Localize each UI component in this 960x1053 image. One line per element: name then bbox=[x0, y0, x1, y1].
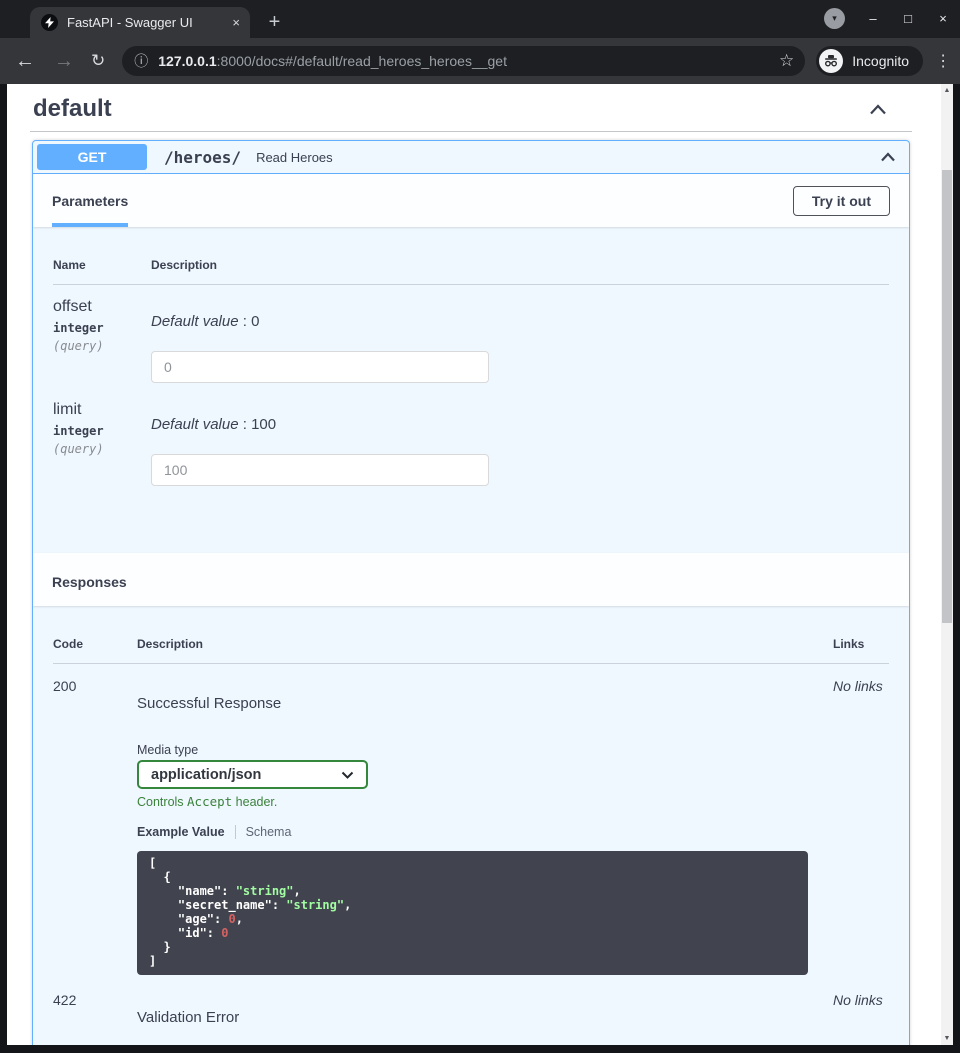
operation-collapse-icon[interactable] bbox=[880, 152, 896, 162]
back-icon[interactable]: ← bbox=[15, 50, 35, 73]
minimize-button[interactable]: – bbox=[866, 11, 880, 26]
tab-close-icon[interactable]: × bbox=[232, 15, 240, 30]
page-scrollbar[interactable]: ▲ ▼ bbox=[941, 84, 953, 1045]
section-divider bbox=[30, 131, 912, 132]
param-limit-input[interactable] bbox=[151, 454, 489, 486]
param-row-limit: limit integer (query) Default value : 10… bbox=[53, 383, 889, 486]
incognito-label: Incognito bbox=[852, 53, 909, 69]
reload-icon[interactable]: ↻ bbox=[91, 51, 105, 71]
url-bar[interactable]: ⓘ 127.0.0.1:8000/docs#/default/read_hero… bbox=[122, 46, 805, 76]
controls-accept-note: Controls Accept header. bbox=[137, 794, 833, 809]
example-code: [ { "name": "string", "secret_name": "st… bbox=[137, 851, 808, 975]
param-row-offset: offset integer (query) Default value : 0 bbox=[53, 285, 889, 383]
responses-header: Responses bbox=[33, 553, 909, 606]
response-row-422: 422 Validation Error No links bbox=[53, 975, 889, 1026]
close-button[interactable]: × bbox=[936, 11, 950, 26]
responses-table: Code Description Links 200 Successful Re… bbox=[33, 606, 909, 1045]
response-row-200: 200 Successful Response Media type appli… bbox=[53, 664, 889, 975]
tab-strip: FastAPI - Swagger UI × + ▾ – □ × bbox=[0, 0, 960, 38]
section-title: default bbox=[33, 95, 112, 123]
http-method-badge: GET bbox=[37, 144, 147, 170]
media-type-select[interactable]: application/json bbox=[137, 760, 368, 789]
response-description: Successful Response bbox=[137, 695, 833, 712]
response-links: No links bbox=[833, 678, 889, 975]
param-default-text: Default value : 100 bbox=[151, 416, 889, 433]
param-col-description: Description bbox=[151, 258, 889, 272]
swagger-content: default GET /heroes/ Read Heroes Paramet… bbox=[7, 84, 941, 1045]
resp-col-code: Code bbox=[53, 637, 137, 651]
operation-summary[interactable]: GET /heroes/ Read Heroes bbox=[33, 141, 909, 174]
browser-toolbar: ← → ↻ ⓘ 127.0.0.1:8000/docs#/default/rea… bbox=[0, 38, 960, 84]
scroll-up-icon[interactable]: ▲ bbox=[941, 84, 953, 97]
response-code: 200 bbox=[53, 678, 137, 975]
parameters-table: Name Description offset integer (query) … bbox=[33, 227, 909, 553]
example-tabs: Example Value Schema bbox=[137, 825, 833, 839]
param-name: offset bbox=[53, 298, 151, 316]
param-name: limit bbox=[53, 401, 151, 419]
media-type-label: Media type bbox=[137, 743, 833, 757]
bookmark-star-icon[interactable]: ☆ bbox=[779, 51, 794, 71]
param-col-name: Name bbox=[53, 258, 151, 272]
new-tab-button[interactable]: + bbox=[261, 9, 288, 36]
param-offset-input[interactable] bbox=[151, 351, 489, 383]
fastapi-favicon-icon bbox=[41, 14, 58, 31]
operation-summary-text: Read Heroes bbox=[256, 150, 333, 165]
incognito-badge: Incognito bbox=[816, 46, 923, 76]
operation-block: GET /heroes/ Read Heroes Parameters Try … bbox=[32, 140, 910, 1045]
resp-col-links: Links bbox=[833, 637, 889, 651]
tag-section-header[interactable]: default bbox=[33, 91, 887, 127]
maximize-button[interactable]: □ bbox=[901, 11, 915, 26]
response-links: No links bbox=[833, 992, 889, 1026]
site-info-icon[interactable]: ⓘ bbox=[134, 51, 148, 71]
scrollbar-thumb[interactable] bbox=[942, 170, 952, 623]
media-type-value: application/json bbox=[151, 767, 341, 783]
try-it-out-button[interactable]: Try it out bbox=[793, 186, 890, 216]
section-collapse-icon[interactable] bbox=[869, 104, 887, 115]
forward-icon[interactable]: → bbox=[54, 50, 74, 73]
browser-window: FastAPI - Swagger UI × + ▾ – □ × ← → ↻ ⓘ… bbox=[0, 0, 960, 1053]
param-type: integer bbox=[53, 424, 151, 438]
url-path: :8000/docs#/default/read_heroes_heroes__… bbox=[217, 53, 507, 69]
responses-title: Responses bbox=[52, 553, 127, 606]
operation-path: /heroes/ bbox=[164, 148, 241, 167]
tab-example-value[interactable]: Example Value bbox=[137, 825, 235, 839]
param-location: (query) bbox=[53, 442, 151, 456]
incognito-icon bbox=[819, 49, 843, 73]
param-location: (query) bbox=[53, 339, 151, 353]
url-host: 127.0.0.1 bbox=[158, 53, 216, 69]
browser-tab[interactable]: FastAPI - Swagger UI × bbox=[30, 7, 250, 38]
param-default-text: Default value : 0 bbox=[151, 313, 889, 330]
window-controls: ▾ – □ × bbox=[824, 8, 950, 29]
response-code: 422 bbox=[53, 992, 137, 1026]
chevron-down-icon bbox=[341, 771, 354, 779]
tab-parameters[interactable]: Parameters bbox=[52, 174, 128, 227]
page-viewport: default GET /heroes/ Read Heroes Paramet… bbox=[7, 84, 953, 1045]
url-text[interactable]: 127.0.0.1:8000/docs#/default/read_heroes… bbox=[158, 53, 771, 69]
scroll-down-icon[interactable]: ▼ bbox=[941, 1032, 953, 1045]
response-description: Validation Error bbox=[137, 1009, 833, 1026]
parameters-header: Parameters Try it out bbox=[33, 174, 909, 227]
tab-search-button[interactable]: ▾ bbox=[824, 8, 845, 29]
tab-title: FastAPI - Swagger UI bbox=[67, 15, 226, 30]
browser-menu-icon[interactable]: ⋮ bbox=[935, 51, 951, 71]
resp-col-description: Description bbox=[137, 637, 833, 651]
param-type: integer bbox=[53, 321, 151, 335]
tab-schema[interactable]: Schema bbox=[235, 825, 292, 839]
